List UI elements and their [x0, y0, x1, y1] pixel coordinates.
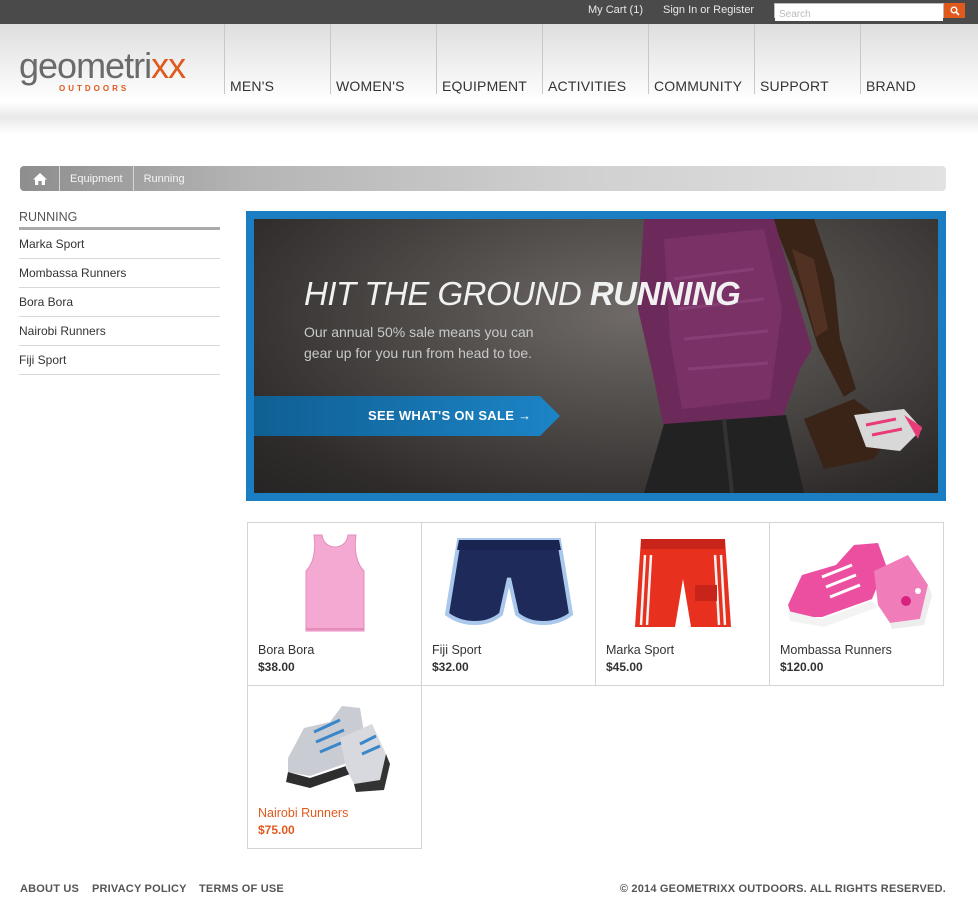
- hero-description: Our annual 50% sale means you can gear u…: [304, 324, 534, 361]
- product-name: Fiji Sport: [432, 643, 482, 657]
- sidebar-item-bora-bora[interactable]: Bora Bora: [19, 288, 220, 317]
- sign-in-register-link[interactable]: Sign In or Register: [663, 4, 754, 16]
- product-price: $120.00: [780, 660, 824, 674]
- copyright-notice: © 2014 GEOMETRIXX OUTDOORS. ALL RIGHTS R…: [619, 883, 946, 895]
- my-cart-link[interactable]: My Cart (1): [588, 4, 643, 16]
- search-icon: [950, 6, 960, 16]
- product-price: $45.00: [606, 660, 643, 674]
- site-footer: ABOUT US PRIVACY POLICY TERMS OF USE © 2…: [20, 883, 946, 897]
- product-card-bora-bora[interactable]: Bora Bora $38.00: [247, 522, 422, 686]
- product-image: [604, 527, 761, 639]
- logo-tagline: OUTDOORS: [59, 84, 130, 93]
- product-card-fiji-sport[interactable]: Fiji Sport $32.00: [421, 522, 596, 686]
- logo-wordmark: geometrixx: [19, 45, 186, 86]
- product-card-nairobi-runners[interactable]: Nairobi Runners $75.00: [247, 685, 422, 849]
- sidebar-item-fiji-sport[interactable]: Fiji Sport: [19, 346, 220, 375]
- tank-top-icon: [305, 534, 364, 632]
- product-name: Mombassa Runners: [780, 643, 892, 657]
- product-card-marka-sport[interactable]: Marka Sport $45.00: [595, 522, 770, 686]
- product-image: [430, 527, 587, 639]
- footer-terms-of-use-link[interactable]: TERMS OF USE: [199, 883, 284, 895]
- nav-item-equipment[interactable]: EQUIPMENT: [436, 24, 542, 94]
- search-input[interactable]: [775, 8, 943, 21]
- product-image: [256, 690, 413, 802]
- breadcrumb-running[interactable]: Running: [134, 166, 195, 191]
- footer-about-us-link[interactable]: ABOUT US: [20, 883, 79, 895]
- category-sidebar: RUNNING Marka Sport Mombassa Runners Bor…: [19, 210, 220, 375]
- product-name: Bora Bora: [258, 643, 315, 657]
- product-name: Nairobi Runners: [258, 806, 349, 820]
- product-image: [256, 527, 413, 639]
- cta-label: SEE WHAT'S ON SALE →: [368, 408, 532, 423]
- hero-image: HIT THE GROUND RUNNING Our annual 50% sa…: [254, 219, 938, 493]
- nav-item-womens[interactable]: WOMEN'S: [330, 24, 436, 94]
- hero-banner[interactable]: HIT THE GROUND RUNNING Our annual 50% sa…: [246, 211, 946, 501]
- nav-item-support[interactable]: SUPPORT: [754, 24, 860, 94]
- sidebar-item-marka-sport[interactable]: Marka Sport: [19, 230, 220, 259]
- home-icon: [32, 172, 47, 185]
- main-nav: MEN'S WOMEN'S EQUIPMENT ACTIVITIES COMMU…: [224, 24, 966, 94]
- nav-item-activities[interactable]: ACTIVITIES: [542, 24, 648, 94]
- breadcrumb-home[interactable]: [20, 166, 60, 191]
- product-image: [778, 527, 935, 639]
- search-button[interactable]: [944, 3, 965, 18]
- nav-item-mens[interactable]: MEN'S: [224, 24, 330, 94]
- footer-privacy-policy-link[interactable]: PRIVACY POLICY: [92, 883, 187, 895]
- board-shorts-icon: [634, 539, 731, 627]
- hero-headline: HIT THE GROUND RUNNING: [304, 275, 741, 312]
- see-whats-on-sale-button[interactable]: SEE WHAT'S ON SALE →: [254, 396, 560, 436]
- breadcrumb: Equipment Running: [20, 166, 946, 191]
- running-shorts-icon: [444, 538, 573, 625]
- product-price: $38.00: [258, 660, 295, 674]
- pink-sneaker-icon: [787, 543, 932, 629]
- product-name: Marka Sport: [606, 643, 675, 657]
- product-card-mombassa-runners[interactable]: Mombassa Runners $120.00: [769, 522, 944, 686]
- runner-athlete-image: [638, 219, 922, 493]
- nav-item-brand[interactable]: BRAND: [860, 24, 966, 94]
- arrow-right-icon: →: [518, 408, 532, 423]
- product-price: $75.00: [258, 823, 295, 837]
- running-shoes-icon: [285, 706, 390, 792]
- search-box: [774, 3, 944, 21]
- sidebar-title: RUNNING: [19, 210, 220, 230]
- geometrixx-logo[interactable]: geometrixx OUTDOORS: [19, 45, 186, 94]
- utility-bar: My Cart (1) Sign In or Register: [0, 0, 978, 24]
- site-header: geometrixx OUTDOORS MEN'S WOMEN'S EQUIPM…: [0, 24, 978, 134]
- nav-item-community[interactable]: COMMUNITY: [648, 24, 754, 94]
- sidebar-item-nairobi-runners[interactable]: Nairobi Runners: [19, 317, 220, 346]
- product-price: $32.00: [432, 660, 469, 674]
- sidebar-item-mombassa-runners[interactable]: Mombassa Runners: [19, 259, 220, 288]
- breadcrumb-equipment[interactable]: Equipment: [60, 166, 134, 191]
